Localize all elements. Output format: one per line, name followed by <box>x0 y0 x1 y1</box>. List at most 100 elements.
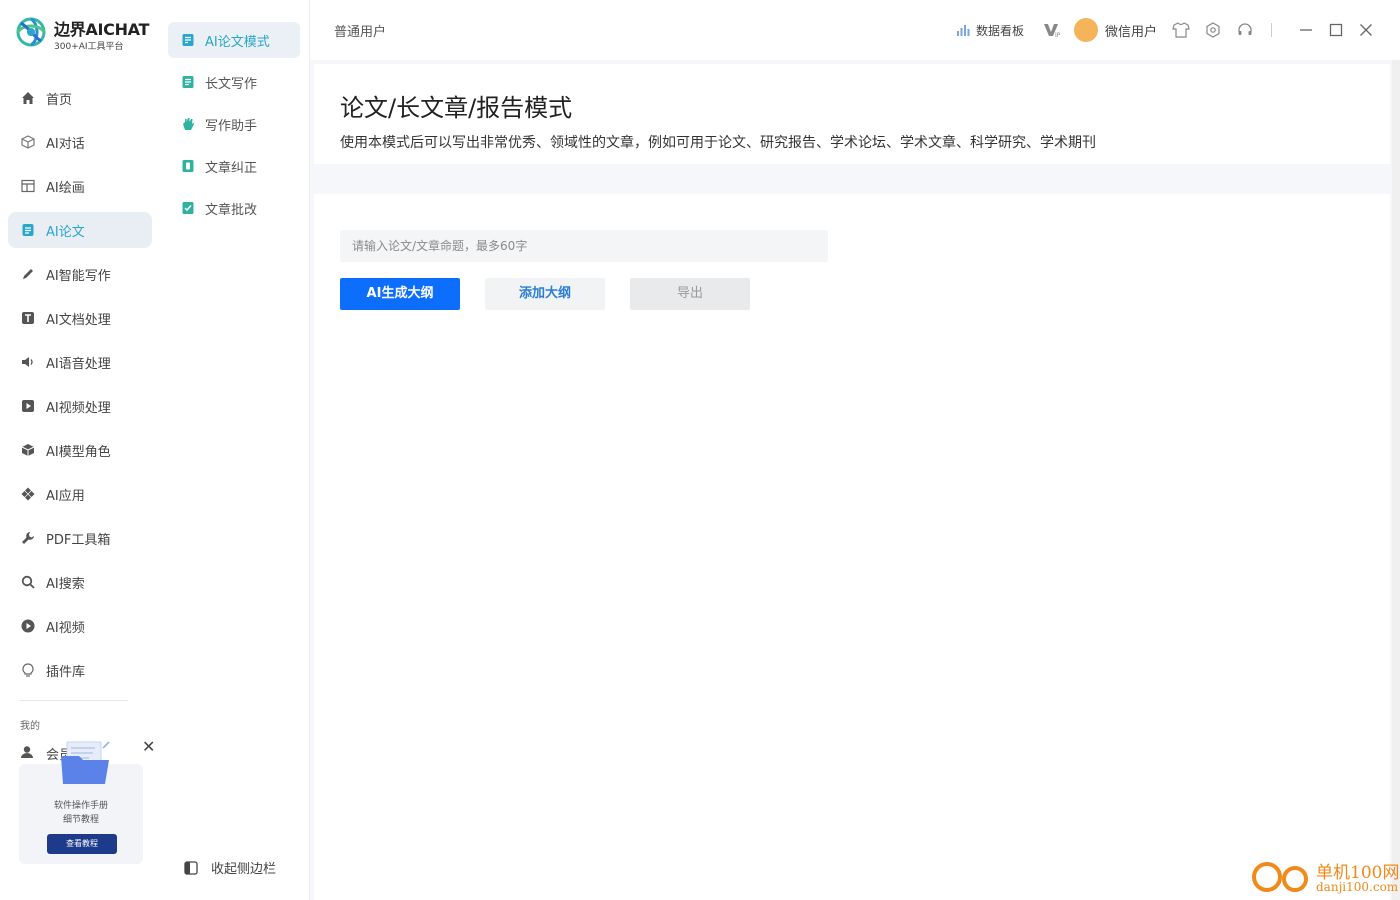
close-icon[interactable]: ✕ <box>142 737 155 756</box>
sidebar-item-ai-voice[interactable]: AI语音处理 <box>8 344 152 380</box>
main-nav: 首页 AI对话 AI绘画 AI论文 AI智能写作 AI文档处理 AI语音处理 A… <box>8 80 152 696</box>
promo-line-2: 细节教程 <box>62 815 99 825</box>
text-doc-icon <box>20 310 36 326</box>
sub-sidebar: AI论文模式 长文写作 写作助手 文章纠正 文章批改 收起侧边栏 <box>160 0 310 900</box>
section-label-mine: 我的 <box>20 721 40 732</box>
sidebar-item-ai-video[interactable]: AI视频 <box>8 608 152 644</box>
sidebar-item-ai-chat[interactable]: AI对话 <box>8 124 152 160</box>
sidebar-item-label: AI对话 <box>46 136 85 152</box>
sidebar-item-label: AI语音处理 <box>46 356 111 372</box>
sidebar-item-label: PDF工具箱 <box>46 532 111 548</box>
wrench-icon <box>20 530 36 546</box>
paper-mode-icon <box>180 32 196 48</box>
sidebar-item-label: 首页 <box>46 92 73 108</box>
collapse-label: 收起侧边栏 <box>211 862 277 877</box>
scrollbar[interactable] <box>1392 60 1400 900</box>
tab-article-correction[interactable]: 文章纠正 <box>168 148 300 184</box>
watermark-logo-icon <box>1252 862 1282 892</box>
sidebar-item-label: AI模型角色 <box>46 444 111 460</box>
sidebar-item-label: AI搜索 <box>46 576 85 592</box>
tab-ai-paper-mode[interactable]: AI论文模式 <box>168 22 300 58</box>
sub-item-label: 写作助手 <box>205 118 258 134</box>
promo-line-1: 软件操作手册 <box>53 801 108 811</box>
sidebar-item-label: AI应用 <box>46 488 85 504</box>
sidebar-item-ai-doc[interactable]: AI文档处理 <box>8 300 152 336</box>
sidebar-item-ai-paint[interactable]: AI绘画 <box>8 168 152 204</box>
cube-icon <box>20 442 36 458</box>
sidebar-item-pdf-tools[interactable]: PDF工具箱 <box>8 520 152 556</box>
collapse-sidebar-button[interactable]: 收起侧边栏 <box>184 858 276 877</box>
sub-item-label: 文章纠正 <box>205 160 258 176</box>
export-button[interactable]: 导出 <box>630 278 750 310</box>
page-description: 使用本模式后可以写出非常优秀、领域性的文章，例如可用于论文、研究报告、学术论坛、… <box>340 135 1096 151</box>
sub-nav-list: AI论文模式 长文写作 写作助手 文章纠正 文章批改 <box>168 22 300 232</box>
tab-article-grading[interactable]: 文章批改 <box>168 190 300 226</box>
sidebar-item-ai-paper[interactable]: AI论文 <box>8 212 152 248</box>
sidebar-item-label: AI论文 <box>46 224 85 240</box>
top-bar-actions: 数据看板 IP 微信用户 <box>956 18 1376 42</box>
user-icon <box>20 745 36 763</box>
divider <box>1271 23 1272 37</box>
maximize-icon[interactable] <box>1326 20 1346 40</box>
sidebar-item-label: AI视频处理 <box>46 400 111 416</box>
vip-icon[interactable]: IP <box>1042 20 1062 40</box>
play-icon <box>20 618 36 634</box>
generate-outline-button[interactable]: AI生成大纲 <box>340 278 460 310</box>
sidebar-item-label: AI绘画 <box>46 180 85 196</box>
sidebar-item-ai-model-role[interactable]: AI模型角色 <box>8 432 152 468</box>
close-window-icon[interactable] <box>1356 20 1376 40</box>
aichat-logo-icon <box>16 17 46 47</box>
headset-icon[interactable] <box>1235 20 1255 40</box>
username[interactable]: 微信用户 <box>1105 21 1157 40</box>
top-bar: 普通用户 数据看板 IP 微信用户 <box>310 0 1400 60</box>
tab-writing-assistant[interactable]: 写作助手 <box>168 106 300 142</box>
cube-chat-icon <box>20 134 36 150</box>
pen-icon <box>20 266 36 282</box>
search-icon <box>20 574 36 590</box>
sidebar-item-label: AI智能写作 <box>46 268 111 284</box>
brand-tagline: 300+AI工具平台 <box>54 42 124 52</box>
long-text-icon <box>180 74 196 90</box>
sidebar-item-plugins[interactable]: 插件库 <box>8 652 152 688</box>
topic-input[interactable] <box>340 230 828 262</box>
outline-workspace: AI生成大纲 添加大纲 导出 <box>314 194 1390 900</box>
brand-logo[interactable]: 边界AICHAT 300+AI工具平台 <box>13 14 153 54</box>
sidebar-item-home[interactable]: 首页 <box>8 80 152 116</box>
watermark-url: danji100.com <box>1316 880 1399 894</box>
main-sidebar: 边界AICHAT 300+AI工具平台 首页 AI对话 AI绘画 AI论文 AI… <box>0 0 160 900</box>
add-outline-button[interactable]: 添加大纲 <box>485 278 605 310</box>
sidebar-item-label: AI视频 <box>46 620 85 636</box>
site-watermark: 单机100网 danji100.com <box>1250 856 1400 900</box>
mode-header: 论文/长文章/报告模式 使用本模式后可以写出非常优秀、领域性的文章，例如可用于论… <box>314 64 1390 164</box>
home-icon <box>20 90 36 106</box>
sidebar-item-label: AI文档处理 <box>46 312 111 328</box>
page-title: 论文/长文章/报告模式 <box>340 94 573 122</box>
video-icon <box>20 398 36 414</box>
grading-icon <box>180 200 196 216</box>
canvas-icon <box>20 178 36 194</box>
sidebar-item-label: 插件库 <box>46 664 86 680</box>
sidebar-divider <box>20 700 128 701</box>
avatar[interactable] <box>1073 18 1098 42</box>
sub-item-label: AI论文模式 <box>205 34 270 50</box>
tutorial-promo-card: 软件操作手册 细节教程 查看教程 <box>19 741 143 864</box>
shirt-icon[interactable] <box>1171 20 1191 40</box>
dashboard-button[interactable]: 数据看板 <box>956 22 1024 39</box>
speaker-icon <box>20 354 36 370</box>
brand-name: 边界AICHAT <box>54 20 150 39</box>
document-icon <box>20 222 36 238</box>
apps-icon <box>20 486 36 502</box>
svg-text:IP: IP <box>1055 32 1061 38</box>
minimize-icon[interactable] <box>1296 20 1316 40</box>
sub-item-label: 长文写作 <box>205 76 258 92</box>
main-content: 论文/长文章/报告模式 使用本模式后可以写出非常优秀、领域性的文章，例如可用于论… <box>310 60 1400 900</box>
view-tutorial-button[interactable]: 查看教程 <box>47 834 117 854</box>
sidebar-item-ai-video-process[interactable]: AI视频处理 <box>8 388 152 424</box>
sidebar-item-ai-apps[interactable]: AI应用 <box>8 476 152 512</box>
tab-long-writing[interactable]: 长文写作 <box>168 64 300 100</box>
sidebar-item-ai-search[interactable]: AI搜索 <box>8 564 152 600</box>
settings-icon[interactable] <box>1203 20 1223 40</box>
folder-icon <box>61 741 110 784</box>
user-type-label: 普通用户 <box>334 25 387 40</box>
sidebar-item-ai-writing[interactable]: AI智能写作 <box>8 256 152 292</box>
